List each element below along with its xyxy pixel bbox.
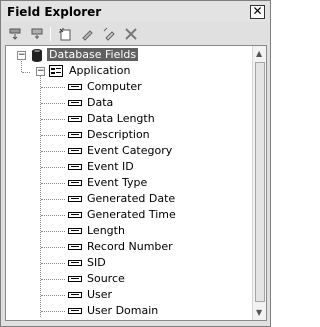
tree-item-field[interactable]: Description <box>87 127 150 143</box>
tree-item-field[interactable]: Source <box>87 271 125 287</box>
close-button[interactable]: ✕ <box>250 5 265 19</box>
properties-icon[interactable] <box>100 26 118 42</box>
field-icon <box>68 100 82 106</box>
panel-title: Field Explorer <box>7 5 102 19</box>
tree-item-label: Application <box>69 64 131 77</box>
tree-item-field[interactable]: Data Length <box>87 111 155 127</box>
edit-field-icon[interactable] <box>78 26 96 42</box>
add-field-icon[interactable] <box>28 26 46 42</box>
tree-item-label: User <box>87 288 113 301</box>
tree-item-label: Event ID <box>87 160 134 173</box>
tree-item-label: Source <box>87 272 125 285</box>
tree-item-field[interactable]: User <box>87 287 112 303</box>
table-icon <box>49 65 63 81</box>
tree-item-field[interactable]: Generated Time <box>87 207 176 223</box>
tree-item-label: Generated Time <box>87 208 176 221</box>
tree-item-field[interactable]: Record Number <box>87 239 173 255</box>
tree-item-label: User Domain <box>87 304 159 317</box>
tree-item-field[interactable]: Data <box>87 95 113 111</box>
tree-item-label: Event Type <box>87 176 148 189</box>
tree-item-label: Generated Date <box>87 192 176 205</box>
tree-item-label: Description <box>87 128 150 141</box>
delete-icon[interactable] <box>122 26 140 42</box>
field-icon <box>68 260 82 266</box>
field-icon <box>68 164 82 170</box>
insert-field-icon[interactable] <box>6 26 24 42</box>
tree-item-field[interactable]: User Domain <box>87 303 158 319</box>
tree-item-database-fields[interactable]: Database Fields <box>47 47 139 63</box>
field-icon <box>68 244 82 250</box>
field-icon <box>68 228 82 234</box>
title-bar: Field Explorer ✕ <box>2 2 269 22</box>
tree-view[interactable]: − Database Fields − Application Computer… <box>5 45 267 321</box>
field-icon <box>68 276 82 282</box>
tree-item-field[interactable]: Generated Date <box>87 191 175 207</box>
tree-item-field[interactable]: SID <box>87 255 106 271</box>
scroll-down-icon[interactable]: ▼ <box>256 308 262 317</box>
tree-item-label: Data Length <box>87 112 155 125</box>
tree-item-field[interactable]: Event Type <box>87 175 147 191</box>
new-field-icon[interactable] <box>56 26 74 42</box>
database-icon <box>30 48 44 66</box>
tree-item-label: Length <box>87 224 125 237</box>
tree-item-label: Data <box>87 96 114 109</box>
tree-item-label: Record Number <box>87 240 173 253</box>
field-icon <box>68 292 82 298</box>
tree-item-field[interactable]: Event Category <box>87 143 172 159</box>
field-explorer-panel: Field Explorer ✕ − Database Fields − App… <box>0 0 271 327</box>
tree-item-label: Computer <box>87 80 142 93</box>
field-icon <box>68 180 82 186</box>
tree-item-label: SID <box>87 256 106 269</box>
scroll-up-icon[interactable]: ▲ <box>256 49 262 58</box>
field-icon <box>68 148 82 154</box>
tree-item-application[interactable]: Application <box>69 63 130 79</box>
field-icon <box>68 116 82 122</box>
scroll-thumb[interactable] <box>255 62 265 302</box>
vertical-scrollbar[interactable]: ▲ ▼ <box>252 46 266 320</box>
field-icon <box>68 196 82 202</box>
tree-item-label: Database Fields <box>47 48 139 61</box>
field-icon <box>68 212 82 218</box>
collapse-root-button[interactable]: − <box>17 51 26 60</box>
toolbar <box>2 23 269 45</box>
field-icon <box>68 132 82 138</box>
tree-item-field[interactable]: Computer <box>87 79 142 95</box>
collapse-application-button[interactable]: − <box>36 67 45 76</box>
tree-item-field[interactable]: Event ID <box>87 159 134 175</box>
tree-item-label: Event Category <box>87 144 173 157</box>
field-icon <box>68 84 82 90</box>
field-icon <box>68 308 82 314</box>
tree-item-field[interactable]: Length <box>87 223 125 239</box>
